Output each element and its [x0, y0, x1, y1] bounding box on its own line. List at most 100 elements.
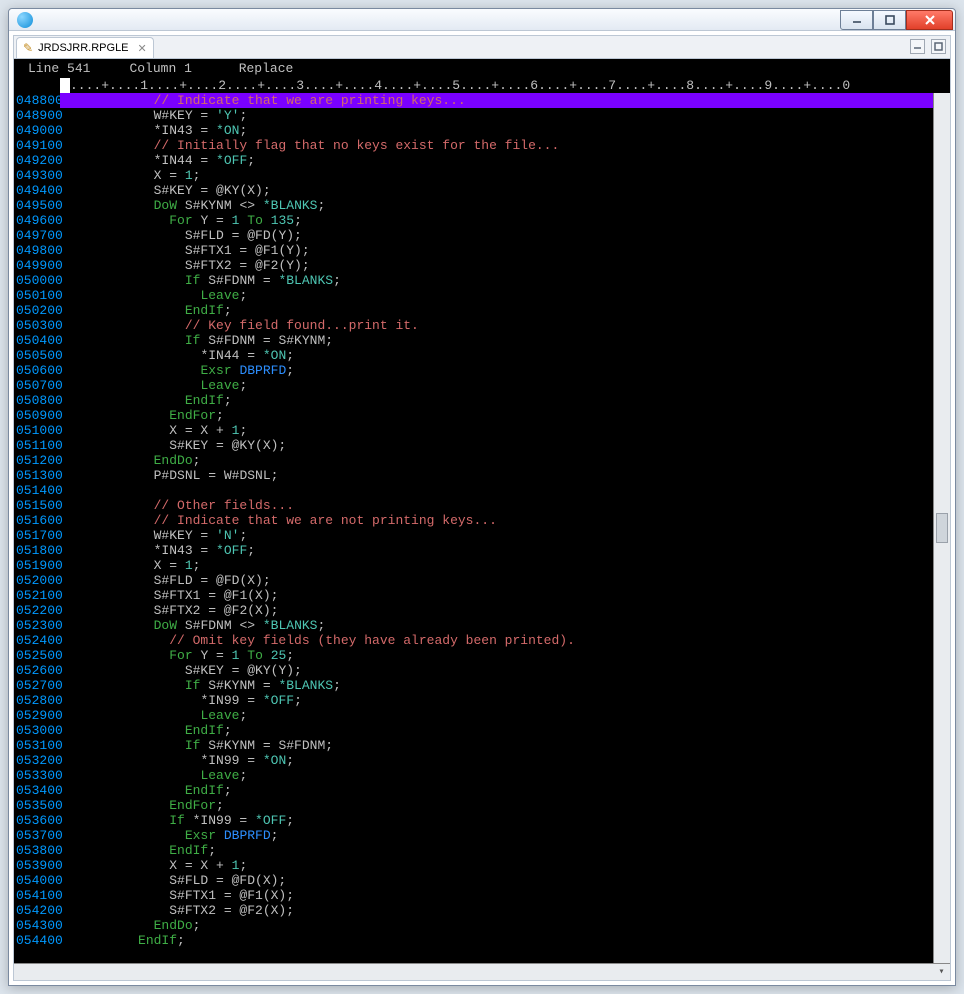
vertical-scrollbar[interactable]	[933, 93, 950, 963]
code-text[interactable]: W#KEY = 'Y';	[60, 108, 933, 123]
code-line[interactable]: 049700 S#FLD = @FD(Y);	[14, 228, 933, 243]
tab-close-icon[interactable]: ✕	[138, 42, 147, 55]
code-text[interactable]: S#FLD = @FD(Y);	[60, 228, 933, 243]
code-line[interactable]: 052500 For Y = 1 To 25;	[14, 648, 933, 663]
code-line[interactable]: 052300 DoW S#FDNM <> *BLANKS;	[14, 618, 933, 633]
code-text[interactable]: X = 1;	[60, 168, 933, 183]
code-line[interactable]: 049100 // Initially flag that no keys ex…	[14, 138, 933, 153]
code-line[interactable]: 049200 *IN44 = *OFF;	[14, 153, 933, 168]
code-line[interactable]: 050300 // Key field found...print it.	[14, 318, 933, 333]
code-text[interactable]: Exsr DBPRFD;	[60, 363, 933, 378]
code-text[interactable]: // Omit key fields (they have already be…	[60, 633, 933, 648]
code-text[interactable]: EndDo;	[60, 918, 933, 933]
code-line[interactable]: 050100 Leave;	[14, 288, 933, 303]
code-line[interactable]: 054400 EndIf;	[14, 933, 933, 948]
code-line[interactable]: 054200 S#FTX2 = @F2(X);	[14, 903, 933, 918]
code-line[interactable]: 048900 W#KEY = 'Y';	[14, 108, 933, 123]
code-text[interactable]: Leave;	[60, 768, 933, 783]
code-text[interactable]: If S#KYNM = S#FDNM;	[60, 738, 933, 753]
code-line[interactable]: 051700 W#KEY = 'N';	[14, 528, 933, 543]
code-line[interactable]: 050000 If S#FDNM = *BLANKS;	[14, 273, 933, 288]
scrollbar-thumb[interactable]	[936, 513, 948, 543]
code-text[interactable]: *IN43 = *OFF;	[60, 543, 933, 558]
code-text[interactable]: Exsr DBPRFD;	[60, 828, 933, 843]
code-text[interactable]: Leave;	[60, 708, 933, 723]
code-line[interactable]: 052900 Leave;	[14, 708, 933, 723]
maximize-view-icon[interactable]	[931, 39, 946, 54]
code-text[interactable]: EndFor;	[60, 798, 933, 813]
code-line[interactable]: 051000 X = X + 1;	[14, 423, 933, 438]
close-button[interactable]	[906, 10, 953, 30]
code-line[interactable]: 050800 EndIf;	[14, 393, 933, 408]
code-text[interactable]: // Other fields...	[60, 498, 933, 513]
code-line[interactable]: 050700 Leave;	[14, 378, 933, 393]
code-text[interactable]: X = X + 1;	[60, 423, 933, 438]
code-text[interactable]: W#KEY = 'N';	[60, 528, 933, 543]
code-line[interactable]: 050900 EndFor;	[14, 408, 933, 423]
code-line[interactable]: 052100 S#FTX1 = @F1(X);	[14, 588, 933, 603]
code-line[interactable]: 051100 S#KEY = @KY(X);	[14, 438, 933, 453]
code-text[interactable]: S#FTX1 = @F1(X);	[60, 888, 933, 903]
code-line[interactable]: 049500 DoW S#KYNM <> *BLANKS;	[14, 198, 933, 213]
code-line[interactable]: 053400 EndIf;	[14, 783, 933, 798]
code-text[interactable]: Leave;	[60, 378, 933, 393]
code-line[interactable]: 053000 EndIf;	[14, 723, 933, 738]
code-text[interactable]: S#FTX2 = @F2(Y);	[60, 258, 933, 273]
code-text[interactable]: S#FTX2 = @F2(X);	[60, 603, 933, 618]
code-line[interactable]: 052600 S#KEY = @KY(Y);	[14, 663, 933, 678]
code-line[interactable]: 052200 S#FTX2 = @F2(X);	[14, 603, 933, 618]
code-text[interactable]: S#FTX1 = @F1(Y);	[60, 243, 933, 258]
code-line[interactable]: 051500 // Other fields...	[14, 498, 933, 513]
code-text[interactable]: EndIf;	[60, 723, 933, 738]
code-line[interactable]: 049800 S#FTX1 = @F1(Y);	[14, 243, 933, 258]
code-line[interactable]: 053600 If *IN99 = *OFF;	[14, 813, 933, 828]
code-line[interactable]: 052700 If S#KYNM = *BLANKS;	[14, 678, 933, 693]
code-line[interactable]: 050500 *IN44 = *ON;	[14, 348, 933, 363]
code-text[interactable]: S#FTX2 = @F2(X);	[60, 903, 933, 918]
code-text[interactable]: S#FLD = @FD(X);	[60, 573, 933, 588]
code-text[interactable]: If *IN99 = *OFF;	[60, 813, 933, 828]
code-text[interactable]: DoW S#FDNM <> *BLANKS;	[60, 618, 933, 633]
code-text[interactable]: S#KEY = @KY(Y);	[60, 663, 933, 678]
code-area[interactable]: 048800 // Indicate that we are printing …	[14, 93, 950, 963]
code-text[interactable]: X = 1;	[60, 558, 933, 573]
code-line[interactable]: 052400 // Omit key fields (they have alr…	[14, 633, 933, 648]
code-text[interactable]: DoW S#KYNM <> *BLANKS;	[60, 198, 933, 213]
code-line[interactable]: 051900 X = 1;	[14, 558, 933, 573]
code-line[interactable]: 051600 // Indicate that we are not print…	[14, 513, 933, 528]
code-text[interactable]: If S#KYNM = *BLANKS;	[60, 678, 933, 693]
code-line[interactable]: 053100 If S#KYNM = S#FDNM;	[14, 738, 933, 753]
tab-file[interactable]: ✎ JRDSJRR.RPGLE ✕	[16, 37, 154, 58]
code-line[interactable]: 049900 S#FTX2 = @F2(Y);	[14, 258, 933, 273]
code-text[interactable]: *IN99 = *ON;	[60, 753, 933, 768]
code-line[interactable]: 050200 EndIf;	[14, 303, 933, 318]
code-line[interactable]: 051200 EndDo;	[14, 453, 933, 468]
minimize-view-icon[interactable]	[910, 39, 925, 54]
code-line[interactable]: 054300 EndDo;	[14, 918, 933, 933]
code-line[interactable]: 053300 Leave;	[14, 768, 933, 783]
code-text[interactable]: *IN43 = *ON;	[60, 123, 933, 138]
code-text[interactable]: For Y = 1 To 135;	[60, 213, 933, 228]
window-titlebar[interactable]	[9, 9, 955, 31]
code-text[interactable]: // Indicate that we are printing keys...	[60, 93, 933, 108]
code-text[interactable]: EndFor;	[60, 408, 933, 423]
code-text[interactable]: P#DSNL = W#DSNL;	[60, 468, 933, 483]
code-line[interactable]: 053900 X = X + 1;	[14, 858, 933, 873]
code-line[interactable]: 049300 X = 1;	[14, 168, 933, 183]
code-text[interactable]: S#KEY = @KY(X);	[60, 183, 933, 198]
code-line[interactable]: 053200 *IN99 = *ON;	[14, 753, 933, 768]
code-text[interactable]: If S#FDNM = *BLANKS;	[60, 273, 933, 288]
code-text[interactable]: If S#FDNM = S#KYNM;	[60, 333, 933, 348]
code-text[interactable]	[60, 483, 933, 498]
maximize-button[interactable]	[873, 10, 906, 30]
code-line[interactable]: 050600 Exsr DBPRFD;	[14, 363, 933, 378]
code-line[interactable]: 054100 S#FTX1 = @F1(X);	[14, 888, 933, 903]
code-text[interactable]: EndIf;	[60, 843, 933, 858]
code-line[interactable]: 053500 EndFor;	[14, 798, 933, 813]
code-line[interactable]: 053700 Exsr DBPRFD;	[14, 828, 933, 843]
code-text[interactable]: EndDo;	[60, 453, 933, 468]
scroll-down-arrow[interactable]: ▾	[933, 966, 950, 978]
code-line[interactable]: 051400	[14, 483, 933, 498]
code-text[interactable]: *IN44 = *ON;	[60, 348, 933, 363]
code-line[interactable]: 050400 If S#FDNM = S#KYNM;	[14, 333, 933, 348]
